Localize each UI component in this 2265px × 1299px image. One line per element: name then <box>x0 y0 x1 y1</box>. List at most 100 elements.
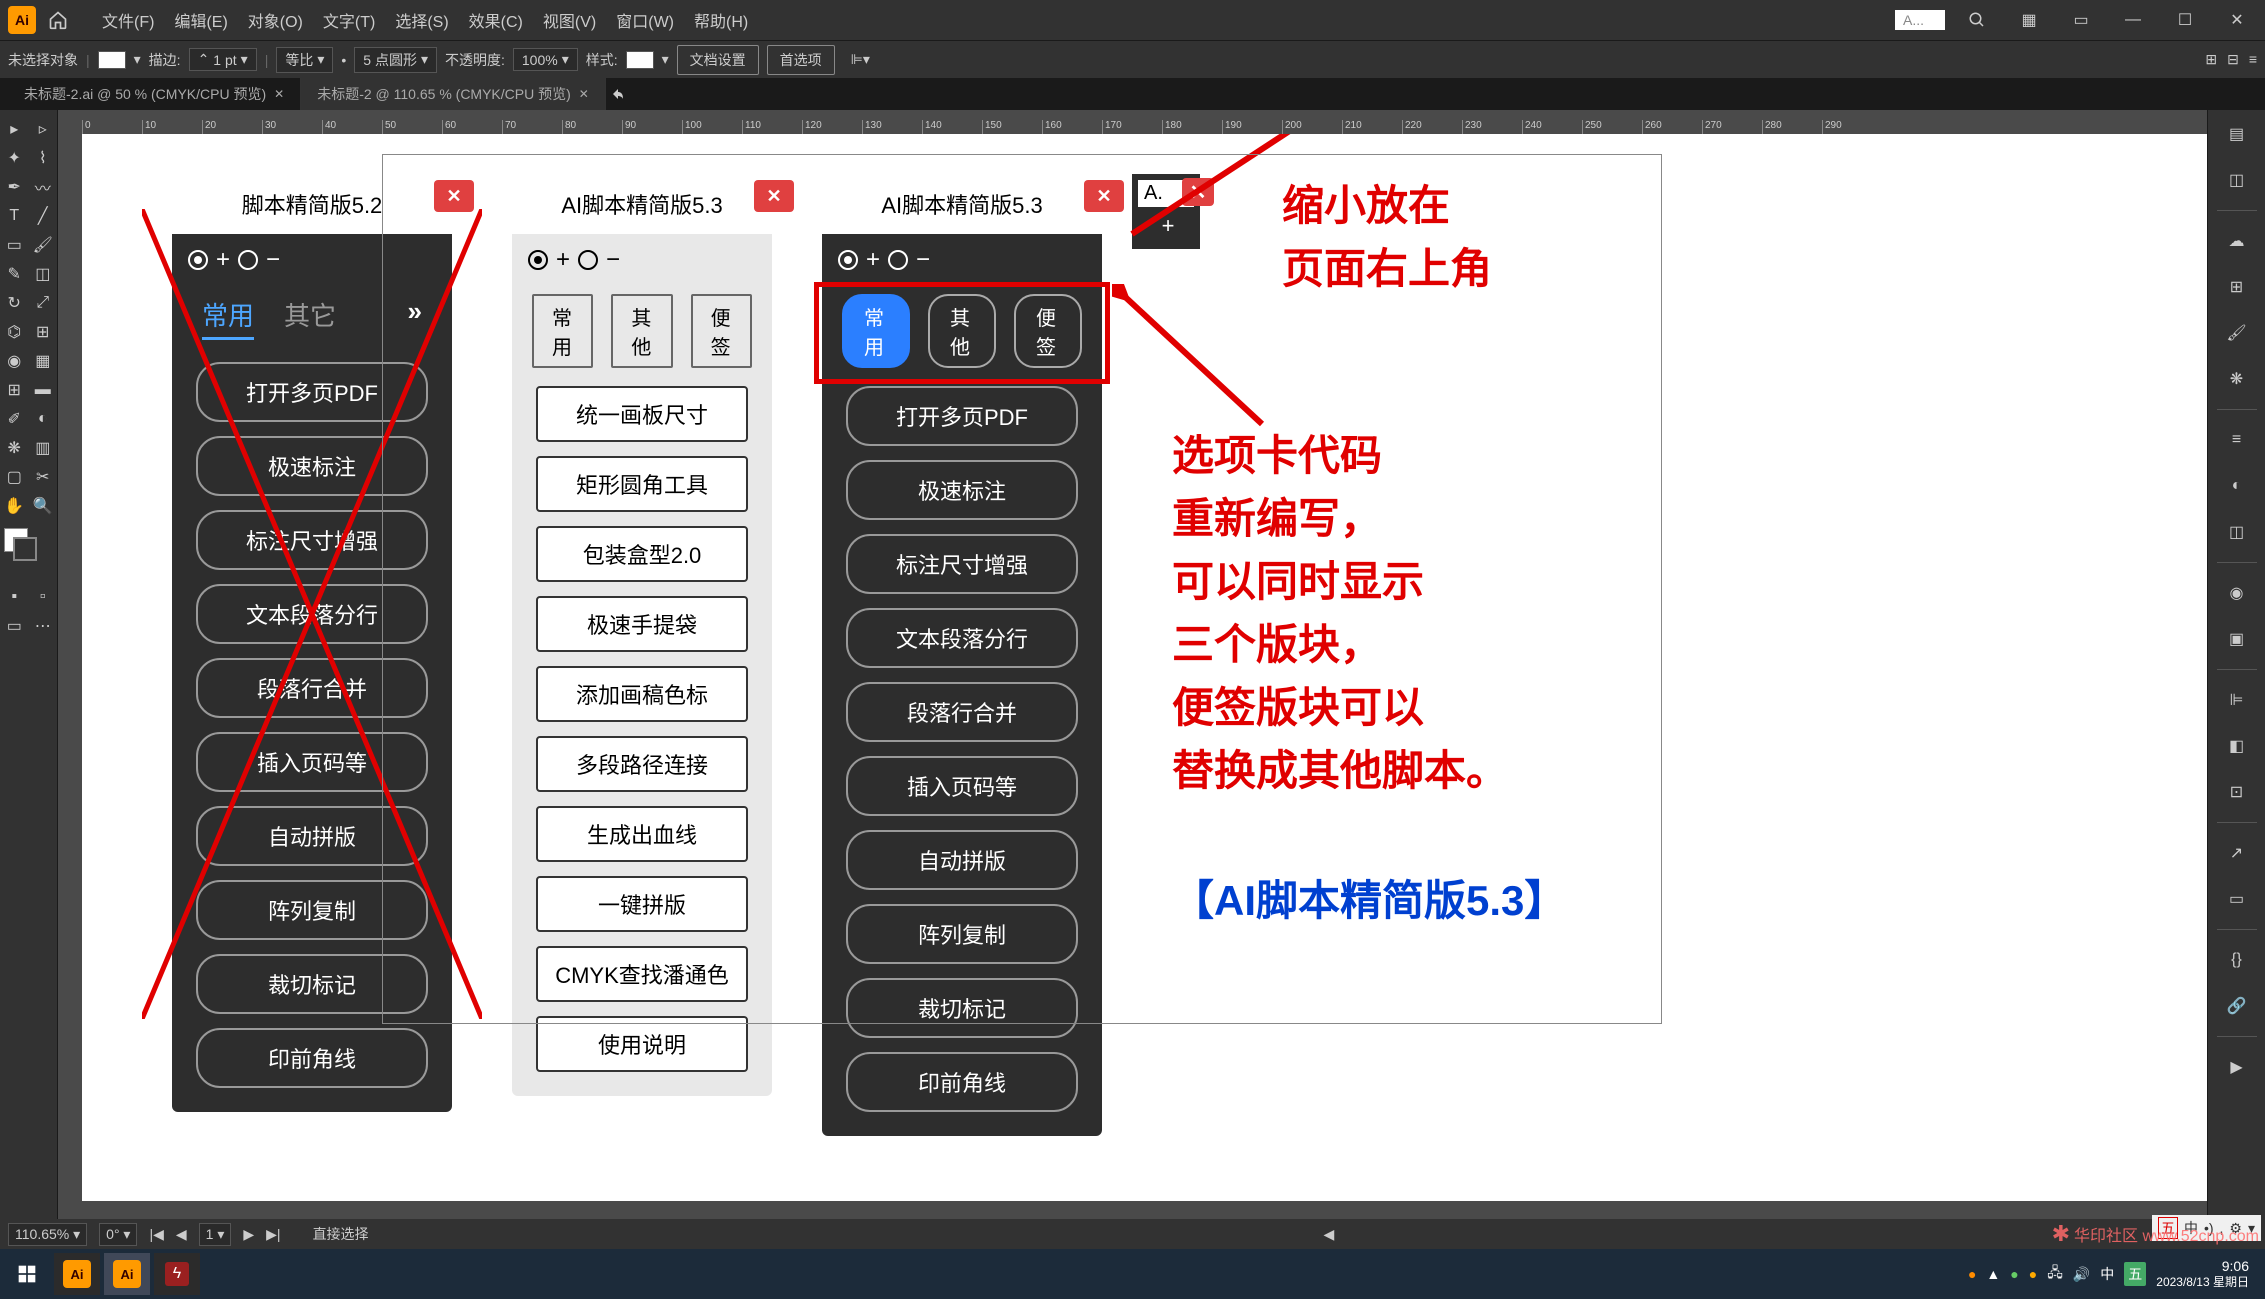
script-button[interactable]: 一键拼版 <box>536 876 748 932</box>
expand-icon[interactable]: » <box>408 296 422 340</box>
line-tool[interactable]: ╱ <box>29 201 58 230</box>
transform-panel-icon[interactable]: ⊡ <box>2217 772 2257 812</box>
blend-tool[interactable]: ◐ <box>29 404 58 433</box>
shape-builder-tool[interactable]: ◉ <box>0 346 29 375</box>
script-button[interactable]: 添加画稿色标 <box>536 666 748 722</box>
script-button[interactable]: 极速标注 <box>846 460 1078 520</box>
tray-volume-icon[interactable]: 🔊 <box>2073 1266 2090 1283</box>
script-button[interactable]: 多段路径连接 <box>536 736 748 792</box>
script-button[interactable]: 段落行合并 <box>196 658 428 718</box>
direct-selection-tool[interactable]: ▹ <box>29 114 58 143</box>
color-mode[interactable]: ▪ <box>0 582 29 611</box>
panel-menu-icon[interactable]: ⊟ <box>2227 51 2239 68</box>
share-icon[interactable] <box>610 86 626 102</box>
tray-icon[interactable]: ● <box>2029 1266 2037 1282</box>
edit-toolbar[interactable]: ⋯ <box>29 611 58 640</box>
style-swatch[interactable] <box>626 51 654 69</box>
tray-icon[interactable]: ● <box>2010 1266 2018 1282</box>
script-button[interactable]: 裁切标记 <box>846 978 1078 1038</box>
arrange-icon[interactable]: ▦ <box>2009 5 2049 35</box>
menu-type[interactable]: 文字(T) <box>313 8 385 32</box>
radio-empty-icon[interactable] <box>578 250 598 270</box>
script-button[interactable]: 包装盒型2.0 <box>536 526 748 582</box>
paintbrush-tool[interactable]: 🖌 <box>29 230 58 259</box>
tray-icon[interactable]: ● <box>1968 1266 1976 1282</box>
script-button[interactable]: 极速标注 <box>196 436 428 496</box>
script-button[interactable]: 自动拼版 <box>196 806 428 866</box>
canvas[interactable]: 脚本精简版5.2 ✕ + − 常用 其它 » 打 <box>82 134 2207 1219</box>
stroke-panel-icon[interactable]: ≡ <box>2217 420 2257 460</box>
minus-icon[interactable]: − <box>266 246 280 274</box>
close-button[interactable]: ✕ <box>434 180 474 212</box>
menu-object[interactable]: 对象(O) <box>238 8 313 32</box>
pen-tool[interactable]: ✒ <box>0 172 29 201</box>
menu-edit[interactable]: 编辑(E) <box>164 8 237 32</box>
document-tab[interactable]: 未标题-2.ai @ 50 % (CMYK/CPU 预览)✕ <box>8 78 301 110</box>
tab-common[interactable]: 常用 <box>202 296 254 340</box>
taskbar-app-illustrator[interactable]: Ai <box>54 1253 100 1295</box>
selection-tool[interactable]: ▸ <box>0 114 29 143</box>
script-button[interactable]: 段落行合并 <box>846 682 1078 742</box>
gradient-tool[interactable]: ▬ <box>29 375 58 404</box>
eraser-tool[interactable]: ◫ <box>29 259 58 288</box>
play-icon[interactable]: ▶ <box>2217 1047 2257 1087</box>
radio-filled-icon[interactable] <box>528 250 548 270</box>
menu-effect[interactable]: 效果(C) <box>459 8 533 32</box>
panel-toggle-icon[interactable]: ⊞ <box>2205 51 2217 68</box>
scrollbar-horizontal[interactable] <box>82 1201 2207 1219</box>
script-mini-titlebar[interactable]: A... <box>1895 10 1945 30</box>
plus-icon[interactable]: + <box>866 246 880 274</box>
free-transform-tool[interactable]: ⊞ <box>29 317 58 346</box>
draw-mode[interactable]: ▫ <box>29 582 58 611</box>
fill-swatch[interactable] <box>98 51 126 69</box>
symbols-panel-icon[interactable]: ❋ <box>2217 359 2257 399</box>
zoom-dropdown[interactable]: 110.65% ▾ <box>8 1223 87 1246</box>
artboard-tool[interactable]: ▢ <box>0 462 29 491</box>
taskbar-app-illustrator[interactable]: Ai <box>104 1253 150 1295</box>
script-button[interactable]: 阵列复制 <box>846 904 1078 964</box>
menu-view[interactable]: 视图(V) <box>533 8 606 32</box>
properties-panel-icon[interactable]: ▤ <box>2217 114 2257 154</box>
artboard-nav-last[interactable]: ▶| <box>266 1226 280 1243</box>
minus-icon[interactable]: − <box>916 246 930 274</box>
rectangle-tool[interactable]: ▭ <box>0 230 29 259</box>
close-button[interactable]: ✕ <box>754 180 794 212</box>
close-icon[interactable]: ✕ <box>2217 5 2257 35</box>
script-button[interactable]: 生成出血线 <box>536 806 748 862</box>
script-button[interactable]: 阵列复制 <box>196 880 428 940</box>
eyedropper-tool[interactable]: ✐ <box>0 404 29 433</box>
rotate-tool[interactable]: ↻ <box>0 288 29 317</box>
swatches-panel-icon[interactable]: ⊞ <box>2217 267 2257 307</box>
shaper-tool[interactable]: ✎ <box>0 259 29 288</box>
script-button[interactable]: 文本段落分行 <box>196 584 428 644</box>
tray-keyboard-icon[interactable]: 五 <box>2124 1262 2146 1286</box>
artboard-nav-prev[interactable]: ◀ <box>176 1226 187 1243</box>
maximize-icon[interactable]: ☐ <box>2165 5 2205 35</box>
symbol-sprayer-tool[interactable]: ❋ <box>0 433 29 462</box>
uniform-dropdown[interactable]: 等比▾ <box>276 47 333 73</box>
mesh-tool[interactable]: ⊞ <box>0 375 29 404</box>
menu-window[interactable]: 窗口(W) <box>606 8 684 32</box>
search-icon[interactable] <box>1957 5 1997 35</box>
tab-other[interactable]: 其它 <box>284 296 336 340</box>
magic-wand-tool[interactable]: ✦ <box>0 143 29 172</box>
script-button[interactable]: 插入页码等 <box>196 732 428 792</box>
fill-stroke-control[interactable] <box>0 524 57 556</box>
script-button[interactable]: 打开多页PDF <box>196 362 428 422</box>
close-icon[interactable]: ✕ <box>579 87 589 101</box>
radio-empty-icon[interactable] <box>888 250 908 270</box>
tray-ime-icon[interactable]: 中 <box>2100 1264 2114 1284</box>
radio-filled-icon[interactable] <box>838 250 858 270</box>
align-panel-icon[interactable]: ⊫ <box>2217 680 2257 720</box>
preferences-button[interactable]: 首选项 <box>767 45 835 75</box>
menu-file[interactable]: 文件(F) <box>92 8 164 32</box>
tab-other[interactable]: 其他 <box>611 294 672 368</box>
panel-dock-icon[interactable]: ≡ <box>2249 51 2257 68</box>
script-button[interactable]: 统一画板尺寸 <box>536 386 748 442</box>
minus-icon[interactable]: − <box>606 246 620 274</box>
artboard-nav-first[interactable]: |◀ <box>149 1226 163 1243</box>
brushes-panel-icon[interactable]: 🖌 <box>2217 313 2257 353</box>
close-button[interactable]: ✕ <box>1084 180 1124 212</box>
appearance-panel-icon[interactable]: ◉ <box>2217 573 2257 613</box>
hand-tool[interactable]: ✋ <box>0 491 29 520</box>
